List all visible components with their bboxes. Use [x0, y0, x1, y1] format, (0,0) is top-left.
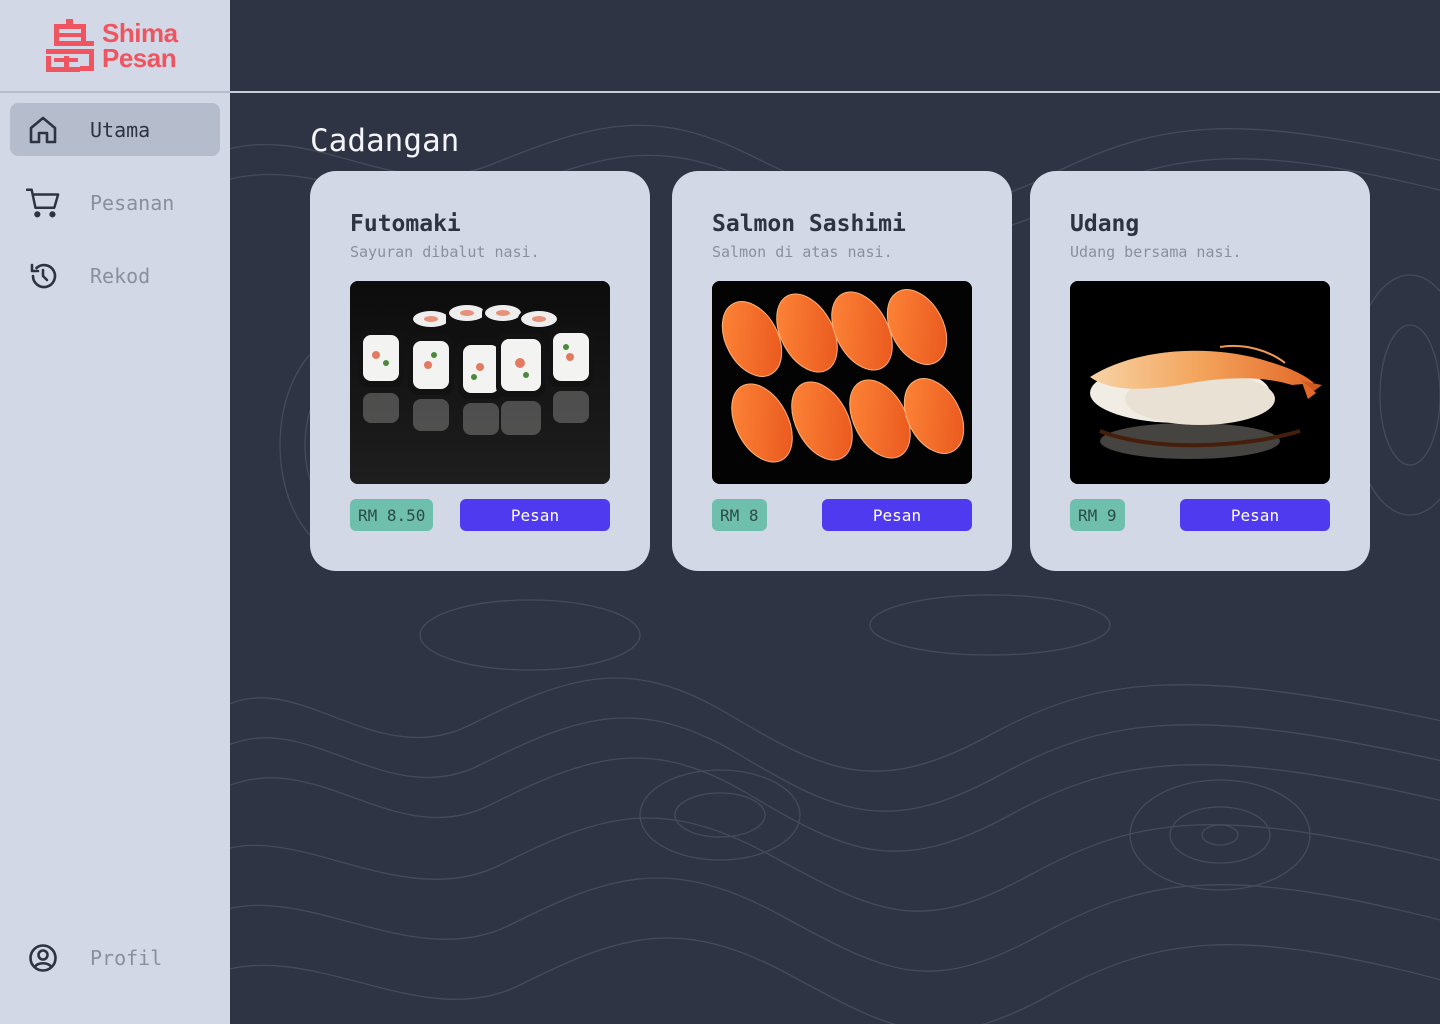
main-content: Cadangan Futomaki Sayuran dibalut nasi. [230, 95, 1440, 1024]
menu-card-udang: Udang Udang bersama nasi. RM 9 Pesan [1030, 171, 1370, 571]
sidebar-item-pesanan[interactable]: Pesanan [10, 176, 220, 229]
sidebar-item-rekod[interactable]: Rekod [10, 249, 220, 302]
card-description: Salmon di atas nasi. [712, 243, 893, 261]
order-button[interactable]: Pesan [822, 499, 972, 531]
price-badge: RM 9 [1070, 499, 1125, 531]
sidebar-item-label: Utama [90, 117, 151, 142]
sidebar-nav: Utama Pesanan Rekod [0, 93, 230, 302]
sidebar-item-label: Rekod [90, 263, 151, 288]
sidebar: Shima Pesan Utama Pesanan Rekod Profil [0, 0, 230, 1024]
udang-photo [1070, 281, 1330, 484]
brand-logo[interactable]: Shima Pesan [0, 0, 230, 93]
cart-icon [26, 186, 60, 220]
card-description: Udang bersama nasi. [1070, 243, 1242, 261]
card-title: Udang [1070, 211, 1140, 237]
menu-card-salmon-sashimi: Salmon Sashimi Salmon di atas nasi. RM 8… [672, 171, 1012, 571]
card-description: Sayuran dibalut nasi. [350, 243, 540, 261]
page-title: Cadangan [310, 123, 460, 159]
price-badge: RM 8 [712, 499, 767, 531]
top-bar [230, 0, 1440, 93]
menu-card-futomaki: Futomaki Sayuran dibalut nasi. RM 8.50 P… [310, 171, 650, 571]
island-kanji-logo-icon [46, 18, 94, 72]
user-circle-icon [26, 941, 60, 975]
brand-name-line1: Shima [102, 17, 178, 48]
history-icon [26, 259, 60, 293]
salmon-sashimi-photo [712, 281, 972, 484]
home-icon [26, 113, 60, 147]
price-badge: RM 8.50 [350, 499, 434, 531]
sidebar-item-utama[interactable]: Utama [10, 103, 220, 156]
order-button[interactable]: Pesan [460, 499, 610, 531]
card-title: Salmon Sashimi [712, 211, 906, 237]
futomaki-photo [350, 281, 610, 484]
card-title: Futomaki [350, 211, 461, 237]
sidebar-item-label: Pesanan [90, 190, 175, 215]
order-button[interactable]: Pesan [1180, 499, 1330, 531]
sidebar-item-label: Profil [90, 945, 163, 970]
sidebar-item-profil[interactable]: Profil [10, 931, 220, 984]
brand-name-line2: Pesan [102, 42, 177, 73]
